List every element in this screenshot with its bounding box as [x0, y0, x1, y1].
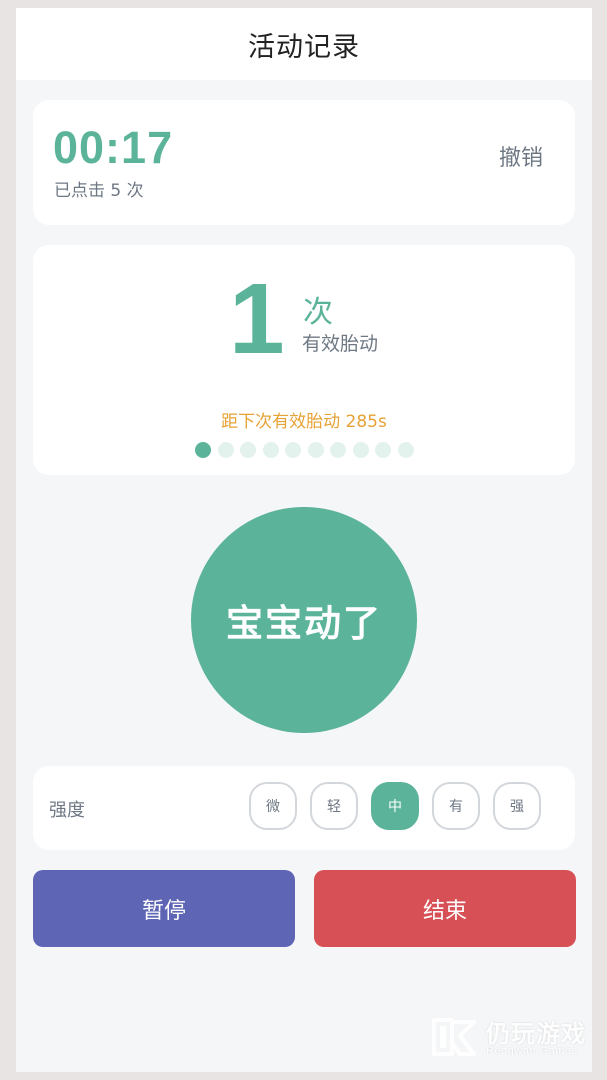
intensity-label: 强度: [49, 800, 85, 821]
progress-dot: [217, 442, 234, 458]
intensity-option-light[interactable]: 轻: [310, 782, 358, 830]
pause-button[interactable]: 暂停: [33, 870, 295, 947]
progress-dot: [352, 442, 369, 458]
watermark: 仍玩游戏 Rengwan Games: [428, 1010, 588, 1066]
watermark-subtitle: Rengwan Games: [486, 1045, 578, 1057]
intensity-card: 强度 微 轻 中 有 强: [33, 766, 575, 850]
progress-dot: [285, 442, 301, 458]
progress-dot: [330, 442, 346, 458]
intensity-options: 微 轻 中 有 强: [249, 782, 541, 830]
intensity-option-noticeable[interactable]: 有: [432, 782, 480, 830]
watermark-name: 仍玩游戏: [486, 1020, 586, 1048]
progress-dot: [195, 442, 211, 458]
timer-card: 00:17 已点击 5 次 撤销: [33, 100, 575, 225]
count-description: 有效胎动: [302, 333, 379, 355]
baby-moved-label: 宝宝动了: [226, 602, 382, 645]
next-movement-hint: 距下次有效胎动 285s: [221, 412, 387, 432]
intensity-option-weak[interactable]: 微: [249, 782, 297, 830]
count-unit: 次: [303, 295, 333, 330]
baby-moved-button[interactable]: 宝宝动了: [191, 507, 417, 733]
progress-dot: [375, 442, 391, 458]
progress-dot: [307, 442, 324, 458]
movement-count-card: 1 次 有效胎动 距下次有效胎动 285s: [33, 245, 575, 475]
app-screen: 活动记录 00:17 已点击 5 次 撤销 1 次 有效胎动 距下次有效胎动 2…: [16, 8, 592, 1072]
finish-button[interactable]: 结束: [314, 870, 576, 947]
progress-dots: [195, 442, 414, 458]
progress-dot: [262, 442, 279, 458]
intensity-option-strong[interactable]: 强: [493, 782, 541, 830]
undo-button[interactable]: 撤销: [499, 140, 543, 172]
progress-dot: [240, 442, 256, 458]
page-title: 活动记录: [248, 31, 360, 63]
tap-count-text: 已点击 5 次: [54, 181, 144, 201]
progress-dot: [397, 442, 414, 458]
header-bar: 活动记录: [16, 8, 592, 80]
elapsed-timer: 00:17: [53, 122, 174, 173]
watermark-logo-icon: [432, 1018, 476, 1056]
movement-count: 1: [229, 263, 285, 375]
intensity-option-medium[interactable]: 中: [371, 782, 419, 830]
